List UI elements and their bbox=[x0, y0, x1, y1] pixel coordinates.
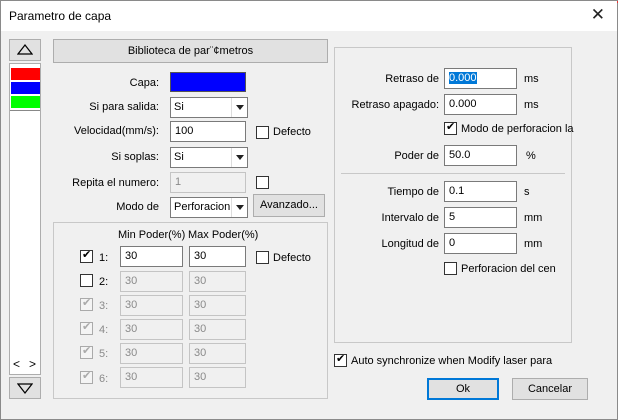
poder-unit: % bbox=[526, 150, 536, 162]
power-row-5-min[interactable]: 30 bbox=[120, 343, 183, 364]
power-row-3-label: 3: bbox=[99, 300, 109, 312]
retraso-label: Retraso de bbox=[385, 73, 439, 85]
modo-label: Modo de bbox=[116, 201, 159, 213]
perforacion-centro-checkbox[interactable] bbox=[444, 262, 457, 275]
power-row-1-min[interactable]: 30 bbox=[120, 246, 183, 267]
longitud-label: Longitud de bbox=[381, 238, 440, 250]
soplas-label: Si soplas: bbox=[111, 151, 159, 163]
intervalo-unit: mm bbox=[524, 212, 543, 224]
longitud-unit: mm bbox=[524, 238, 543, 250]
ok-button[interactable]: Ok bbox=[427, 378, 499, 400]
power-row-2-checkbox[interactable] bbox=[80, 274, 93, 287]
defecto-label: Defecto bbox=[273, 126, 311, 138]
power-row-3-checkbox[interactable] bbox=[80, 296, 93, 311]
divider bbox=[10, 110, 40, 111]
apagado-input[interactable]: 0.000 bbox=[444, 94, 517, 115]
retraso-input[interactable]: 0.000 bbox=[444, 68, 517, 89]
power-row-2-label: 2: bbox=[99, 276, 109, 288]
defecto-power-checkbox[interactable] bbox=[256, 251, 269, 264]
longitud-input[interactable]: 0 bbox=[444, 233, 517, 254]
apagado-label: Retraso apagado: bbox=[351, 99, 439, 111]
layer-red[interactable] bbox=[11, 68, 40, 80]
modo-value: Perforacion bbox=[174, 201, 231, 213]
power-row-1-label: 1: bbox=[99, 252, 109, 264]
power-row-6-checkbox[interactable] bbox=[80, 369, 93, 384]
close-icon[interactable]: ✕ bbox=[591, 6, 605, 24]
power-row-3-min[interactable]: 30 bbox=[120, 295, 183, 316]
power-row-2-max[interactable]: 30 bbox=[189, 271, 246, 292]
power-row-6-max[interactable]: 30 bbox=[189, 367, 246, 388]
layer-list[interactable]: < > bbox=[9, 63, 41, 375]
defecto-checkbox[interactable] bbox=[256, 126, 269, 139]
repita-label: Repita el numero: bbox=[72, 177, 159, 189]
window-title: Parametro de capa bbox=[9, 9, 112, 23]
library-button[interactable]: Biblioteca de par¨¢metros bbox=[53, 39, 328, 63]
layer-parameter-dialog: Parametro de capa ✕ < > Biblioteca de pa… bbox=[0, 0, 618, 420]
modo-perforacion-label: Modo de perforacion la bbox=[461, 123, 574, 135]
capa-label: Capa: bbox=[129, 77, 159, 89]
poder-input[interactable]: 50.0 bbox=[444, 145, 517, 166]
intervalo-input[interactable]: 5 bbox=[444, 207, 517, 228]
layer-color-swatch[interactable] bbox=[170, 72, 246, 92]
scroll-up-button[interactable] bbox=[9, 39, 41, 61]
apagado-unit: ms bbox=[524, 99, 539, 111]
defecto-power-label: Defecto bbox=[273, 252, 311, 264]
scroll-left-icon[interactable]: < bbox=[13, 357, 20, 371]
scroll-right-icon[interactable]: > bbox=[29, 357, 36, 371]
cancel-button[interactable]: Cancelar bbox=[512, 378, 588, 400]
power-row-4-max[interactable]: 30 bbox=[189, 319, 246, 340]
retraso-unit: ms bbox=[524, 73, 539, 85]
soplas-select[interactable]: Si bbox=[170, 147, 248, 168]
salida-select[interactable]: Si bbox=[170, 97, 248, 118]
triangle-up-icon bbox=[16, 44, 34, 55]
poder-label: Poder de bbox=[394, 150, 439, 162]
min-power-header: Min Poder(%) bbox=[118, 229, 186, 241]
power-row-5-label: 5: bbox=[99, 348, 109, 360]
scroll-down-button[interactable] bbox=[9, 377, 41, 399]
perforacion-centro-label: Perforacion del cen bbox=[461, 263, 556, 275]
max-power-header: Max Poder(%) bbox=[188, 229, 259, 241]
repita-input[interactable]: 1 bbox=[170, 172, 246, 193]
power-row-6-label: 6: bbox=[99, 373, 109, 385]
power-row-4-label: 4: bbox=[99, 324, 109, 336]
retraso-value: 0.000 bbox=[449, 72, 477, 84]
velocidad-label: Velocidad(mm/s): bbox=[74, 125, 159, 137]
chevron-down-icon bbox=[231, 148, 247, 167]
triangle-down-icon bbox=[16, 383, 34, 394]
repita-checkbox[interactable] bbox=[256, 176, 269, 189]
tiempo-input[interactable]: 0.1 bbox=[444, 181, 517, 202]
intervalo-label: Intervalo de bbox=[381, 212, 439, 224]
layer-green[interactable] bbox=[11, 96, 40, 108]
tiempo-unit: s bbox=[524, 186, 530, 198]
divider bbox=[341, 173, 565, 174]
chevron-down-icon bbox=[231, 198, 247, 217]
power-row-4-checkbox[interactable] bbox=[80, 320, 93, 335]
power-row-5-checkbox[interactable] bbox=[80, 344, 93, 359]
power-row-3-max[interactable]: 30 bbox=[189, 295, 246, 316]
power-row-4-min[interactable]: 30 bbox=[120, 319, 183, 340]
chevron-down-icon bbox=[231, 98, 247, 117]
salida-label: Si para salida: bbox=[89, 101, 159, 113]
modo-select[interactable]: Perforacion bbox=[170, 197, 248, 218]
tiempo-label: Tiempo de bbox=[387, 186, 439, 198]
avanzado-button[interactable]: Avanzado... bbox=[253, 194, 325, 217]
layer-blue[interactable] bbox=[11, 82, 40, 94]
power-row-1-max[interactable]: 30 bbox=[189, 246, 246, 267]
title-bar: Parametro de capa ✕ bbox=[1, 1, 617, 31]
salida-value: Si bbox=[174, 101, 184, 113]
power-row-1-checkbox[interactable] bbox=[80, 248, 93, 263]
modo-perforacion-checkbox[interactable] bbox=[444, 120, 457, 135]
soplas-value: Si bbox=[174, 151, 184, 163]
power-row-6-min[interactable]: 30 bbox=[120, 367, 183, 388]
power-row-2-min[interactable]: 30 bbox=[120, 271, 183, 292]
auto-sync-checkbox[interactable] bbox=[334, 352, 347, 367]
auto-sync-label: Auto synchronize when Modify laser para bbox=[351, 355, 553, 367]
velocidad-input[interactable]: 100 bbox=[170, 121, 246, 142]
power-row-5-max[interactable]: 30 bbox=[189, 343, 246, 364]
